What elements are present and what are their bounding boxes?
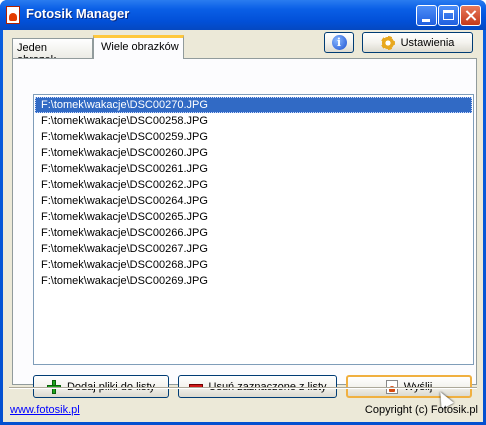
tab-wiele-obrazkow[interactable]: Wiele obrazków xyxy=(93,35,184,59)
tab-panel: F:\tomek\wakacje\DSC00270.JPG F:\tomek\wa… xyxy=(12,58,477,410)
list-item[interactable]: F:\tomek\wakacje\DSC00259.JPG xyxy=(35,129,472,145)
list-item[interactable]: F:\tomek\wakacje\DSC00266.JPG xyxy=(35,225,472,241)
list-item[interactable]: F:\tomek\wakacje\DSC00270.JPG xyxy=(35,97,472,113)
maximize-button[interactable] xyxy=(438,5,459,26)
app-icon xyxy=(6,6,20,24)
title-bar[interactable]: Fotosik Manager xyxy=(0,0,486,30)
gear-icon xyxy=(380,35,395,50)
footer-divider xyxy=(9,387,477,389)
list-item[interactable]: F:\tomek\wakacje\DSC00258.JPG xyxy=(35,113,472,129)
list-item[interactable]: F:\tomek\wakacje\DSC00267.JPG xyxy=(35,241,472,257)
list-item[interactable]: F:\tomek\wakacje\DSC00262.JPG xyxy=(35,177,472,193)
window-title: Fotosik Manager xyxy=(26,6,130,21)
tab-jeden-obrazek[interactable]: Jeden obrazek xyxy=(12,38,93,66)
website-link[interactable]: www.fotosik.pl xyxy=(10,404,80,416)
list-item[interactable]: F:\tomek\wakacje\DSC00264.JPG xyxy=(35,193,472,209)
info-button[interactable]: i xyxy=(324,32,354,53)
file-listbox[interactable]: F:\tomek\wakacje\DSC00270.JPG F:\tomek\wa… xyxy=(33,94,474,365)
settings-label: Ustawienia xyxy=(400,36,455,49)
list-item[interactable]: F:\tomek\wakacje\DSC00261.JPG xyxy=(35,161,472,177)
minimize-button[interactable] xyxy=(416,5,437,26)
settings-button[interactable]: Ustawienia xyxy=(362,32,473,53)
app-window: Fotosik Manager Jeden obrazek Wiele obra… xyxy=(0,0,486,425)
list-item[interactable]: F:\tomek\wakacje\DSC00265.JPG xyxy=(35,209,472,225)
info-icon: i xyxy=(331,35,347,50)
copyright-text: Copyright (c) Fotosik.pl xyxy=(364,404,478,416)
client-area: Jeden obrazek Wiele obrazków i Ustawieni… xyxy=(3,30,483,422)
list-item[interactable]: F:\tomek\wakacje\DSC00260.JPG xyxy=(35,145,472,161)
list-item[interactable]: F:\tomek\wakacje\DSC00269.JPG xyxy=(35,273,472,289)
list-item[interactable]: F:\tomek\wakacje\DSC00268.JPG xyxy=(35,257,472,273)
close-button[interactable] xyxy=(460,5,481,26)
